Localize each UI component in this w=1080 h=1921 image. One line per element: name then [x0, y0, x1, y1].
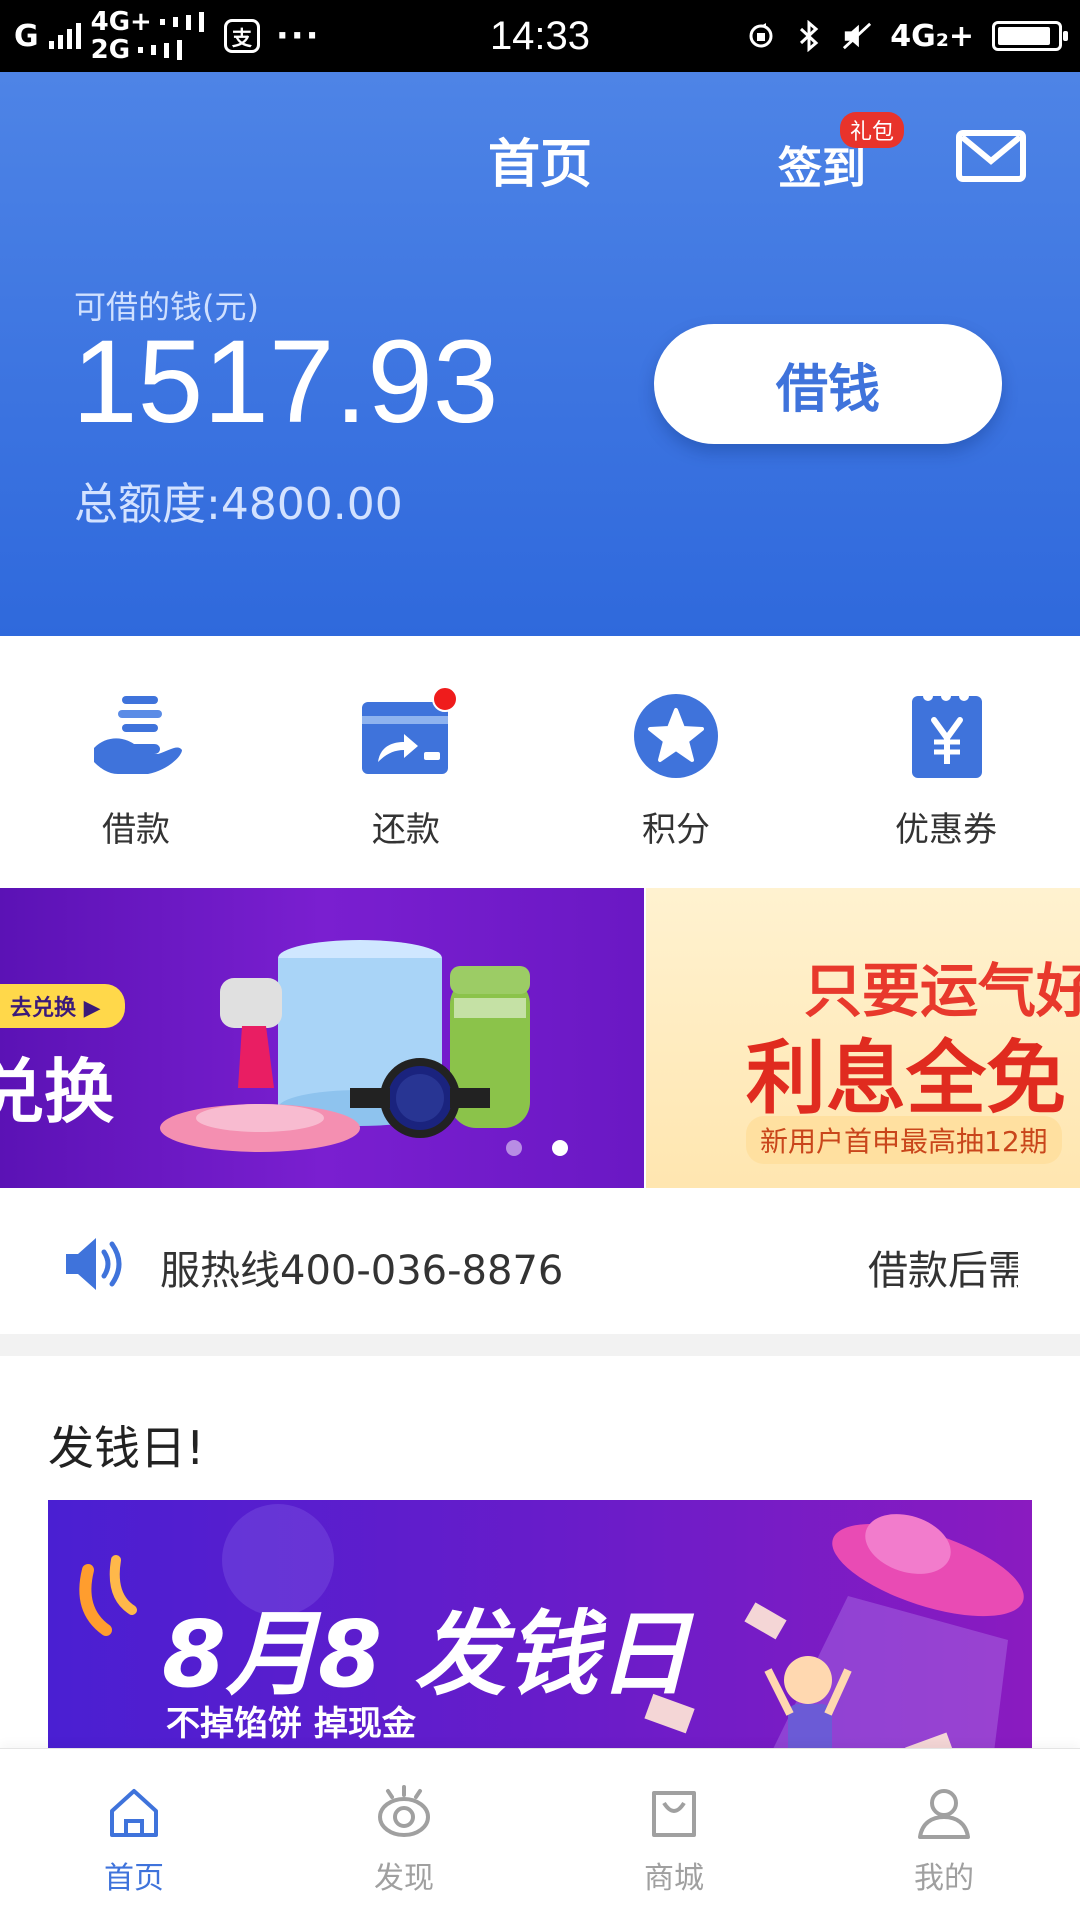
nav-home-label: 首页 [104, 1861, 164, 1896]
mute-icon [842, 21, 872, 51]
bluetooth-icon [794, 20, 824, 52]
account-header: 首页 签到 礼包 可借的钱(元) 1517.93 总额度:4800.00 借钱 [0, 72, 1080, 636]
nav-me-label: 我的 [914, 1861, 974, 1896]
action-coupon[interactable]: 优惠券 [846, 688, 1046, 851]
promo-subtitle: 不掉馅饼 掉现金 [166, 1704, 416, 1744]
mail-icon[interactable] [956, 130, 1026, 182]
section-title: 发钱日! [48, 1421, 205, 1475]
repay-card-icon [358, 686, 458, 784]
gift-badge: 礼包 [840, 112, 905, 148]
action-points[interactable]: 积分 [576, 688, 776, 851]
nav-discover-label: 发现 [374, 1861, 434, 1896]
speaker-icon [62, 1234, 128, 1294]
action-repay[interactable]: 还款 [306, 686, 506, 851]
battery-level [998, 27, 1050, 45]
banner-interest-free[interactable]: 只要运气好 利息全免 新用户首申最高抽12期 [646, 888, 1080, 1188]
promo-title: 8月8 发钱日 [162, 1601, 691, 1708]
bottom-nav: 首页 发现 商城 我的 [0, 1748, 1080, 1921]
home-icon [104, 1783, 164, 1843]
promo-section: 发钱日! 8月8 发钱日 不掉馅饼 掉现金 [0, 1356, 1080, 1800]
coupon-yen-icon [898, 688, 994, 784]
status-bar: G 4G+ 2G 支 ··· 14:33 4G₂+ [0, 0, 1080, 72]
section-divider [0, 1334, 1080, 1356]
page-title: 首页 [487, 135, 592, 195]
carousel-pager [506, 1140, 568, 1156]
banner-exchange-text: 兑换 [0, 1051, 114, 1133]
user-icon [914, 1783, 974, 1843]
quick-actions: 借款 还款 积分 优惠券 [0, 636, 1080, 886]
banner-exchange[interactable]: 去兑换 ▶ 兑换 [0, 888, 644, 1188]
banner-exchange-pill: 去兑换 ▶ [0, 984, 125, 1028]
rotation-lock-icon [746, 21, 776, 51]
status-right: 4G₂+ [746, 0, 1068, 72]
repay-notification-dot [432, 686, 458, 712]
nav-discover[interactable]: 发现 [304, 1783, 504, 1897]
action-coupon-label: 优惠券 [895, 810, 997, 850]
notice-text: 服热线400-036-8876 [160, 1248, 564, 1294]
notice-text-next: 借款后需 [868, 1248, 1018, 1294]
nav-home[interactable]: 首页 [34, 1783, 234, 1897]
nav-mall[interactable]: 商城 [574, 1783, 774, 1897]
nav-me[interactable]: 我的 [844, 1783, 1044, 1897]
battery-icon [992, 21, 1068, 51]
banner-interest-line2: 利息全免 [746, 1032, 1066, 1125]
pager-dot [506, 1140, 522, 1156]
notice-bar[interactable]: 服热线400-036-8876 借款后需 [0, 1190, 1080, 1334]
action-repay-label: 还款 [372, 810, 440, 850]
action-loan[interactable]: 借款 [36, 688, 236, 851]
action-points-label: 积分 [642, 810, 710, 850]
shopping-bag-icon [644, 1783, 704, 1843]
available-amount: 1517.93 [72, 316, 499, 448]
star-points-icon [628, 688, 724, 784]
network-type-4g2: 4G₂+ [890, 18, 974, 54]
discover-eye-icon [374, 1783, 434, 1843]
action-loan-label: 借款 [102, 810, 170, 850]
nav-mall-label: 商城 [644, 1861, 704, 1896]
banner-carousel[interactable]: 去兑换 ▶ 兑换 只要运气好 利息全免 新用户首申最高抽12期 [0, 888, 1080, 1188]
total-limit: 总额度:4800.00 [74, 479, 403, 530]
hand-coins-icon [88, 688, 184, 784]
banner-products-image [160, 940, 530, 1152]
borrow-button[interactable]: 借钱 [654, 324, 1002, 444]
banner-interest-sub: 新用户首申最高抽12期 [746, 1116, 1062, 1164]
pager-dot-active [552, 1140, 568, 1156]
